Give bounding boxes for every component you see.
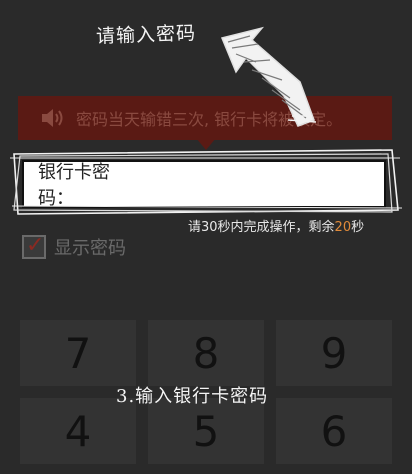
bank-card-password-field[interactable]: 银行卡密码： (22, 160, 386, 209)
countdown-suffix: 秒 (351, 220, 365, 235)
show-password-checkbox[interactable]: ✓ (22, 233, 46, 259)
payment-password-screen: 请输入密码 密码当天输错三次, 银行卡将被锁定。 银行卡密码： 请30秒内完成操… (0, 0, 412, 474)
key-7[interactable]: 7 (20, 320, 136, 386)
warning-pointer (196, 138, 216, 150)
annotation-step-3: 3.输入银行卡密码 (116, 386, 269, 407)
warning-text: 密码当天输错三次, 银行卡将被锁定。 (76, 110, 343, 129)
key-9[interactable]: 9 (276, 320, 392, 386)
key-6[interactable]: 6 (276, 398, 392, 464)
countdown-prefix: 请30秒内完成操作，剩余 (188, 220, 335, 235)
annotation-enter-password: 请输入密码 (95, 22, 197, 48)
show-password-toggle[interactable]: ✓ 显示密码 (22, 233, 126, 260)
countdown-text: 请30秒内完成操作，剩余20秒 (188, 216, 364, 235)
lock-warning-banner: 密码当天输错三次, 银行卡将被锁定。 (18, 96, 392, 140)
countdown-seconds: 20 (334, 220, 352, 235)
show-password-label: 显示密码 (54, 238, 126, 259)
password-input[interactable] (148, 172, 384, 196)
key-8[interactable]: 8 (148, 320, 264, 386)
checkmark-icon: ✓ (26, 233, 45, 258)
speaker-icon (40, 107, 70, 129)
password-label: 银行卡密码： (38, 162, 110, 209)
